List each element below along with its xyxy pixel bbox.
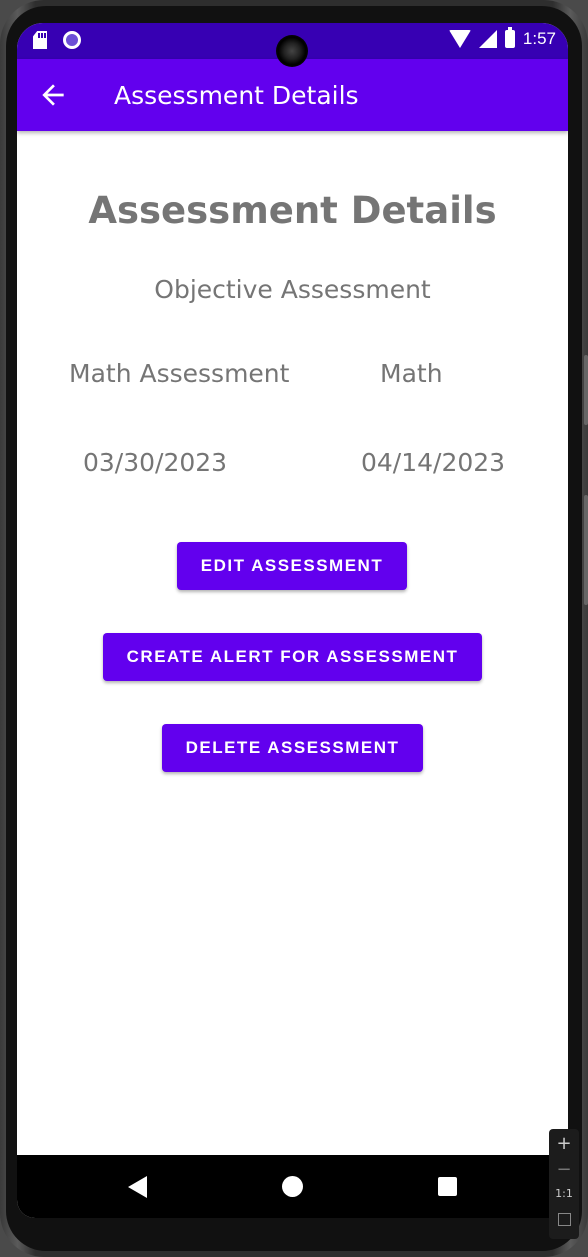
signal-icon bbox=[478, 30, 497, 48]
nav-back-icon[interactable] bbox=[128, 1176, 147, 1198]
end-date: 04/14/2023 bbox=[361, 448, 506, 477]
status-left bbox=[33, 31, 81, 49]
status-time: 1:57 bbox=[522, 29, 556, 48]
device-frame: 1:57 Assessment Details Assessment Detai… bbox=[0, 0, 588, 1257]
emulator-zoom-panel: + − 1:1 bbox=[549, 1129, 579, 1239]
zoom-out-button[interactable]: − bbox=[549, 1159, 579, 1180]
volume-button bbox=[584, 355, 588, 425]
screen: 1:57 Assessment Details Assessment Detai… bbox=[17, 23, 568, 1218]
back-button[interactable] bbox=[37, 79, 69, 111]
nav-home-icon[interactable] bbox=[282, 1176, 303, 1197]
battery-icon bbox=[504, 27, 515, 48]
page-heading: Assessment Details bbox=[88, 189, 497, 232]
actual-size-button[interactable]: 1:1 bbox=[549, 1187, 579, 1200]
assessment-type: Objective Assessment bbox=[154, 275, 431, 304]
delete-assessment-button[interactable]: DELETE ASSESSMENT bbox=[162, 724, 423, 772]
app-bar-title: Assessment Details bbox=[114, 81, 359, 110]
assessment-course: Math bbox=[380, 359, 443, 388]
circle-status-icon bbox=[63, 31, 81, 49]
front-camera-icon bbox=[276, 35, 308, 67]
zoom-in-button[interactable]: + bbox=[549, 1133, 579, 1154]
app-bar: Assessment Details bbox=[17, 59, 568, 131]
create-alert-button[interactable]: CREATE ALERT FOR ASSESSMENT bbox=[103, 633, 482, 681]
fit-screen-icon[interactable] bbox=[549, 1213, 579, 1226]
wifi-icon bbox=[448, 30, 471, 48]
navigation-bar bbox=[17, 1155, 568, 1218]
nav-recents-icon[interactable] bbox=[438, 1177, 457, 1196]
status-right: 1:57 bbox=[448, 27, 556, 49]
sd-card-icon bbox=[33, 31, 47, 49]
start-date: 03/30/2023 bbox=[83, 448, 228, 477]
edit-assessment-button[interactable]: EDIT ASSESSMENT bbox=[177, 542, 407, 590]
arrow-back-icon bbox=[42, 84, 64, 106]
power-button bbox=[584, 495, 588, 605]
assessment-title: Math Assessment bbox=[69, 359, 290, 388]
